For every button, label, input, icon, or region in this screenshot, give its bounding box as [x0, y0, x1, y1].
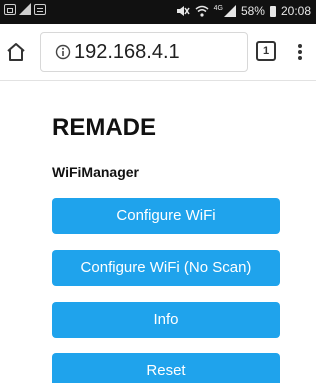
- mute-icon: [176, 6, 190, 16]
- message-icon: [34, 3, 46, 15]
- tab-count: 1: [262, 45, 270, 57]
- url-text[interactable]: 192.168.4.1: [74, 41, 180, 64]
- screenshot-icon: [4, 3, 16, 15]
- screen: 4G 58% 20:08 192.168.4.1 1 REMADE WiFiMa…: [0, 0, 316, 383]
- battery-icon: [269, 5, 276, 17]
- clock: 20:08: [280, 4, 311, 18]
- network-type: 4G: [213, 4, 223, 12]
- browser-toolbar: 192.168.4.1 1: [0, 24, 316, 81]
- status-bar-system: 4G 58% 20:08: [176, 4, 311, 18]
- info-icon[interactable]: [55, 44, 71, 60]
- address-bar[interactable]: 192.168.4.1: [40, 32, 248, 72]
- page-title: REMADE: [52, 114, 157, 141]
- configure-wifi-button[interactable]: Configure WiFi: [52, 198, 280, 234]
- battery-percent: 58%: [240, 4, 265, 18]
- signal-icon: [19, 3, 31, 15]
- tabs-icon[interactable]: 1: [256, 41, 276, 61]
- page-subtitle: WiFiManager: [52, 164, 139, 180]
- configure-wifi-no-scan-button[interactable]: Configure WiFi (No Scan): [52, 250, 280, 286]
- info-button[interactable]: Info: [52, 302, 280, 338]
- reset-button[interactable]: Reset: [52, 353, 280, 383]
- wifi-icon: [195, 5, 209, 17]
- cell-signal-icon: [223, 5, 236, 17]
- more-vert-icon[interactable]: [292, 40, 308, 64]
- home-icon[interactable]: [4, 40, 28, 64]
- status-bar-notifications: [4, 3, 46, 15]
- status-bar: 4G 58% 20:08: [0, 0, 316, 24]
